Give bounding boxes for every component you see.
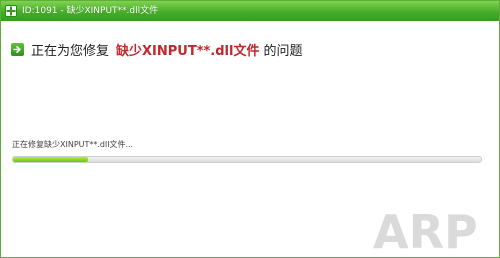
status-text: 正在修复缺少XINPUT**.dll文件...: [12, 140, 134, 149]
title-bar[interactable]: ID:1091 - 缺少XINPUT**.dll文件: [1, 1, 499, 21]
app-logo-icon: [5, 5, 17, 17]
progress-bar-fill: [13, 157, 88, 162]
watermark-logo: ARP: [373, 205, 478, 255]
heading-issue-name: 缺少XINPUT**.dll文件: [116, 44, 260, 59]
repair-window: ID:1091 - 缺少XINPUT**.dll文件 正在为您修复 缺少XINP…: [0, 0, 500, 258]
window-title: ID:1091 - 缺少XINPUT**.dll文件: [22, 6, 159, 16]
progress-bar: [12, 156, 482, 163]
svg-text:ARP: ARP: [373, 205, 478, 255]
arrow-right-icon: [11, 43, 24, 56]
heading-suffix: 的问题: [263, 44, 303, 59]
page-heading: 正在为您修复 缺少XINPUT**.dll文件 的问题: [11, 40, 302, 59]
heading-prefix: 正在为您修复: [31, 44, 110, 59]
